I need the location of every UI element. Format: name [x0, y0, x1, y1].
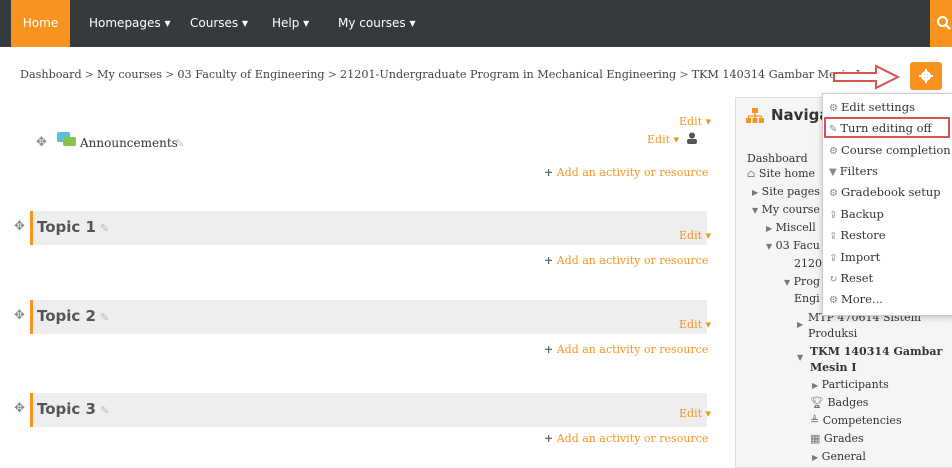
upload-icon: ⇪ [829, 210, 838, 221]
breadcrumb-program[interactable]: 21201-Undergraduate Program in Mechanica… [340, 68, 676, 81]
nav-help[interactable]: Help ▾ [272, 0, 309, 47]
menu-reset[interactable]: ↻ Reset [829, 271, 873, 285]
move-icon[interactable]: ✥ [14, 401, 25, 416]
nav-home[interactable]: Home [11, 0, 70, 47]
edit-title-pencil-icon[interactable]: ✎ [100, 404, 109, 417]
nav-participants[interactable]: ▶ Participants [812, 378, 889, 391]
nav-competencies[interactable]: ≜ Competencies [810, 414, 902, 427]
menu-backup[interactable]: ⇪ Backup [829, 207, 884, 221]
gear-icon: ⚙ [829, 188, 838, 199]
upload-icon: ⇪ [829, 253, 838, 264]
menu-gradebook-setup[interactable]: ⚙ Gradebook setup [829, 185, 941, 199]
filter-icon: ▼ [829, 167, 837, 178]
chevron-right-icon: ▶ [766, 224, 773, 233]
trophy-icon: 🏆︎ [810, 396, 824, 409]
breadcrumb-faculty[interactable]: 03 Faculty of Engineering [177, 68, 324, 81]
sitemap-icon [746, 108, 764, 123]
table-icon: ▦ [810, 432, 821, 445]
gear-icon: ⚙ [829, 103, 838, 114]
nav-my-courses-node[interactable]: ▼ My course [752, 203, 820, 216]
red-arrow-annotation [833, 64, 901, 90]
edit-menu-topic-3[interactable]: Edit ▾ [679, 407, 711, 420]
topic-1-bar [30, 211, 707, 245]
nav-grades[interactable]: ▦ Grades [810, 432, 864, 445]
highlight-box-annotation [824, 117, 950, 138]
chevron-right-icon: ▶ [812, 381, 819, 390]
nav-site-pages[interactable]: ▶ Site pages [752, 185, 820, 198]
plus-icon: + [544, 166, 554, 179]
menu-edit-settings[interactable]: ⚙ Edit settings [829, 100, 915, 114]
nav-courses[interactable]: Courses ▾ [190, 0, 248, 47]
search-button[interactable] [930, 0, 952, 47]
announcements-link[interactable]: Announcements [80, 136, 178, 150]
topic-1-title[interactable]: Topic 1 [37, 218, 96, 236]
edit-title-pencil-icon[interactable]: ✎ [100, 311, 109, 324]
nav-general[interactable]: ▶ General [812, 450, 866, 463]
gear-icon: ⚙ [829, 295, 838, 306]
nav-site-home[interactable]: ⌂ Site home [747, 167, 815, 180]
plus-icon: + [544, 254, 554, 267]
gear-icon: ⚙ [829, 146, 838, 157]
topic-2-bar [30, 300, 707, 334]
plus-icon: + [544, 343, 554, 356]
breadcrumb-my-courses[interactable]: My courses [97, 68, 162, 81]
edit-menu-section0[interactable]: Edit ▾ [679, 115, 711, 128]
add-activity-link[interactable]: + Add an activity or resource [544, 432, 708, 445]
menu-restore[interactable]: ⇪ Restore [829, 228, 886, 242]
nav-miscellaneous[interactable]: ▶ Miscell [766, 221, 816, 234]
nav-current-course-line2: Mesin I [810, 361, 857, 374]
chevron-right-icon: ▶ [812, 453, 819, 462]
breadcrumb: Dashboard > My courses >03 Faculty of Engin… [20, 68, 861, 81]
forum-icon [57, 132, 76, 146]
nav-course-mtp-line2: Produksi [808, 327, 858, 340]
chevron-down-icon: ▼ [766, 242, 773, 251]
chevron-down-icon: ▼ [752, 206, 759, 215]
chevron-right-icon: ▶ [752, 188, 759, 197]
navigation-block-title: Naviga [771, 106, 830, 124]
add-activity-link[interactable]: + Add an activity or resource [544, 254, 708, 267]
chevron-down-icon: ▼ [797, 353, 804, 362]
gear-icon [919, 69, 933, 83]
chevron-right-icon: ▶ [797, 320, 804, 329]
nav-current-course[interactable]: TKM 140314 Gambar [810, 345, 942, 358]
user-icon [687, 132, 697, 144]
topic-3-bar [30, 393, 707, 427]
nav-my-courses[interactable]: My courses ▾ [338, 0, 415, 47]
menu-more[interactable]: ⚙ More... [829, 292, 883, 306]
nav-badges[interactable]: 🏆︎ Badges [810, 396, 868, 409]
course-admin-gear-button[interactable] [910, 62, 942, 90]
move-icon[interactable]: ✥ [14, 219, 25, 234]
upload-icon: ⇪ [829, 231, 838, 242]
edit-menu-topic-2[interactable]: Edit ▾ [679, 318, 711, 331]
nav-homepages[interactable]: Homepages ▾ [89, 0, 171, 47]
competencies-icon: ≜ [810, 414, 820, 427]
nav-program[interactable]: ▼ Prog [784, 275, 820, 288]
breadcrumb-dashboard[interactable]: Dashboard [20, 68, 82, 81]
topic-2-title[interactable]: Topic 2 [37, 307, 96, 325]
add-activity-link[interactable]: + Add an activity or resource [544, 166, 708, 179]
nav-dashboard[interactable]: Dashboard [747, 152, 808, 165]
edit-menu-topic-1[interactable]: Edit ▾ [679, 229, 711, 242]
nav-faculty[interactable]: ▼ 03 Facu [766, 239, 820, 252]
move-icon[interactable]: ✥ [36, 135, 47, 150]
refresh-icon: ↻ [829, 274, 838, 285]
edit-menu-announcements[interactable]: Edit ▾ [647, 133, 679, 146]
top-navbar: Home Homepages ▾ Courses ▾ Help ▾ My cou… [0, 0, 952, 47]
menu-filters[interactable]: ▼ Filters [829, 164, 878, 178]
search-icon [937, 16, 951, 30]
menu-import[interactable]: ⇪ Import [829, 250, 880, 264]
topic-3-title[interactable]: Topic 3 [37, 400, 96, 418]
chevron-down-icon: ▼ [784, 278, 791, 287]
plus-icon: + [544, 432, 554, 445]
edit-title-pencil-icon[interactable]: ✎ [100, 222, 109, 235]
menu-course-completion[interactable]: ⚙ Course completion [829, 143, 951, 157]
add-activity-link[interactable]: + Add an activity or resource [544, 343, 708, 356]
move-icon[interactable]: ✥ [14, 308, 25, 323]
nav-engi[interactable]: Engi [794, 292, 820, 305]
edit-title-pencil-icon[interactable]: ✎ [175, 137, 184, 150]
home-icon: ⌂ [747, 167, 756, 180]
